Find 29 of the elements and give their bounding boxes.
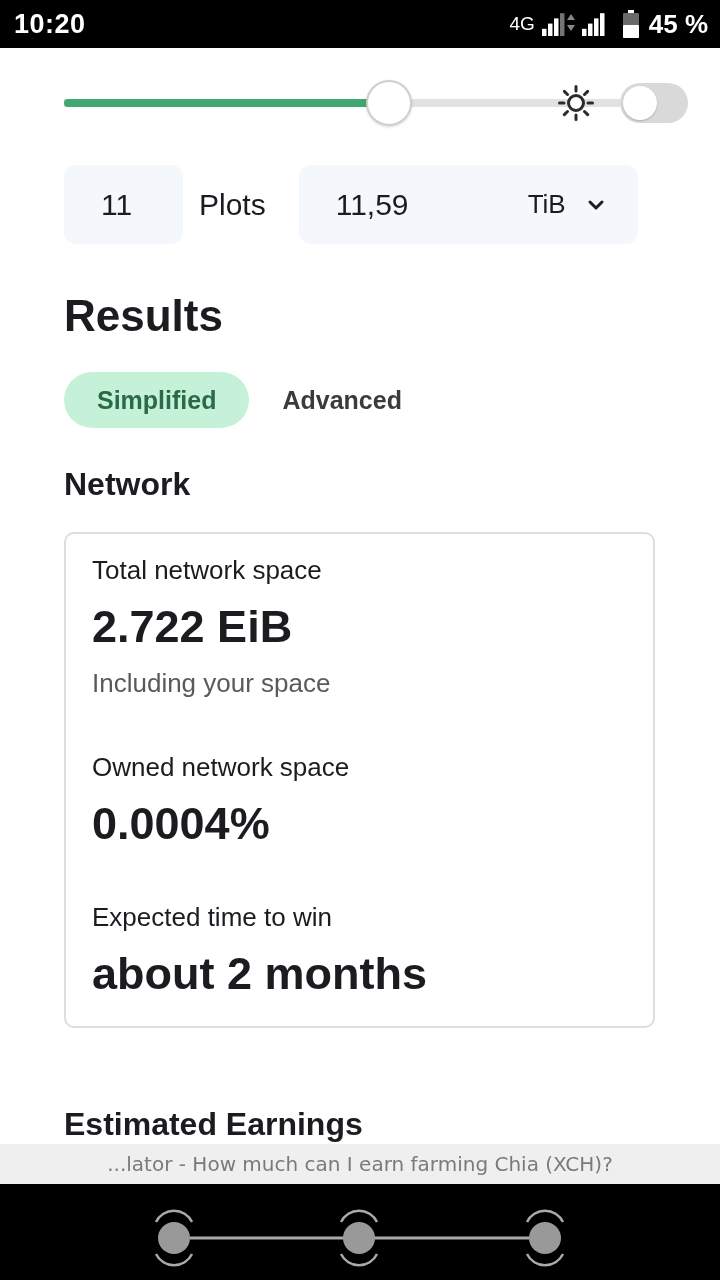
battery-percent: 45 % bbox=[648, 8, 708, 40]
stat-value: 0.0004% bbox=[92, 798, 270, 850]
unit-dropdown[interactable]: TiB bbox=[527, 189, 608, 220]
subsection-heading: Network bbox=[64, 465, 191, 504]
clock-time: 10:20 bbox=[14, 8, 86, 40]
nav-circle-icon[interactable] bbox=[154, 1209, 194, 1267]
slider-thumb[interactable] bbox=[366, 80, 413, 126]
signal-icon bbox=[580, 12, 607, 36]
stat-note: Including your space bbox=[92, 667, 331, 700]
stat-label: Total network space bbox=[92, 554, 322, 587]
nav-circle-icon[interactable] bbox=[525, 1209, 565, 1267]
tab[interactable]: Simplified bbox=[64, 372, 250, 428]
section-heading: Results bbox=[64, 290, 223, 342]
space-input[interactable]: 11,59 TiB bbox=[298, 165, 638, 244]
toggle-switch[interactable] bbox=[620, 83, 688, 123]
tab[interactable]: Advanced bbox=[249, 372, 435, 428]
sun-icon[interactable] bbox=[558, 85, 594, 121]
stat-label: Expected time to win bbox=[92, 901, 332, 934]
stat-value: about 2 months bbox=[92, 948, 427, 1000]
signal-icon bbox=[540, 12, 577, 36]
stat-value: 2.722 EiB bbox=[92, 601, 293, 653]
stat-label: Owned network space bbox=[92, 751, 350, 784]
nav-circle-icon[interactable] bbox=[339, 1209, 379, 1267]
battery-icon bbox=[622, 10, 639, 38]
subsection-heading: Estimated Earnings bbox=[64, 1107, 363, 1141]
plots-input[interactable]: 11 bbox=[64, 165, 183, 244]
plots-label: Plots bbox=[199, 187, 266, 222]
network-type: 4G bbox=[509, 13, 535, 35]
page-title: ...lator - How much can I earn farming Chia (XCH)? bbox=[107, 1152, 613, 1176]
